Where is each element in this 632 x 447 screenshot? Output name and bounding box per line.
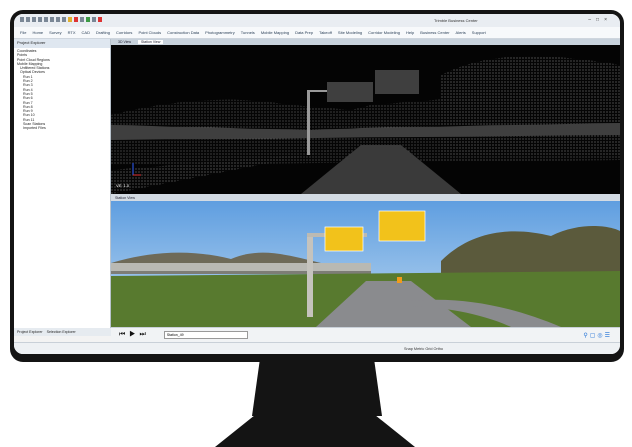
ribbon-tab[interactable]: Alerts bbox=[456, 30, 466, 35]
ribbon-tab[interactable]: Tunnels bbox=[241, 30, 255, 35]
snap-icon[interactable] bbox=[68, 17, 72, 22]
player-controls[interactable]: ⏮▶⏭ bbox=[119, 331, 150, 339]
view-icon[interactable] bbox=[92, 17, 96, 22]
ribbon-tab[interactable]: CAD bbox=[82, 30, 90, 35]
view-tab[interactable]: Station View bbox=[137, 40, 164, 44]
monitor-stand-neck bbox=[252, 360, 382, 416]
status-text: Snap Metric Grid Ortho bbox=[404, 347, 444, 351]
panel-tab[interactable]: Selection Explorer bbox=[47, 330, 76, 334]
status-bar: Snap Metric Grid Ortho bbox=[14, 342, 620, 354]
ribbon-tab[interactable]: Point Clouds bbox=[138, 30, 161, 35]
ribbon-tab[interactable]: Data Prep bbox=[295, 30, 313, 35]
photo-station-view[interactable] bbox=[111, 201, 620, 334]
tree-item[interactable]: Imported Files bbox=[17, 126, 107, 130]
save-icon[interactable] bbox=[32, 17, 36, 22]
photo-view-title: Station View bbox=[111, 194, 620, 201]
station-select[interactable]: Station_49 bbox=[163, 331, 248, 339]
ribbon-tab[interactable]: Home bbox=[32, 30, 43, 35]
quick-access-toolbar bbox=[20, 17, 102, 22]
ribbon-tab[interactable]: RTX bbox=[68, 30, 76, 35]
view-tab[interactable]: 3D View bbox=[115, 40, 134, 44]
point-cloud-scene: VE: 1.0 bbox=[111, 56, 620, 194]
ribbon-tab[interactable]: Mobile Mapping bbox=[261, 30, 289, 35]
filter-icon[interactable] bbox=[86, 17, 90, 22]
title-bar: Trimble Business Center –□× bbox=[14, 14, 620, 27]
ribbon-tab[interactable]: Corridors bbox=[116, 30, 132, 35]
view-tools-icons[interactable]: ⚲▢◎☰ bbox=[583, 332, 612, 339]
window-title: Trimble Business Center bbox=[434, 18, 478, 23]
stop-icon[interactable] bbox=[98, 17, 102, 22]
layer-icon[interactable] bbox=[80, 17, 84, 22]
monitor-bezel: Trimble Business Center –□× File Home Surv… bbox=[10, 10, 624, 362]
select-icon[interactable] bbox=[62, 17, 66, 22]
photo-player-bar: ⏮▶⏭ Station_49 ⚲▢◎☰ bbox=[111, 327, 620, 342]
ve-label: VE: 1.0 bbox=[116, 183, 130, 188]
print-icon[interactable] bbox=[50, 17, 54, 22]
panel-title: Project Explorer bbox=[14, 39, 110, 48]
ribbon-tab[interactable]: Construction Data bbox=[167, 30, 199, 35]
photo-view-title-text: Station View bbox=[115, 195, 135, 200]
ribbon-tab[interactable]: File bbox=[20, 30, 26, 35]
panel-bottom-tabs: Project Explorer Selection Explorer bbox=[14, 328, 113, 336]
monitor-stand-base bbox=[215, 415, 415, 447]
project-explorer-panel: Project Explorer Coordinates Points Point … bbox=[14, 39, 113, 336]
ribbon-tab[interactable]: Site Modeling bbox=[338, 30, 362, 35]
ribbon-tab[interactable]: Drafting bbox=[96, 30, 110, 35]
screen: Trimble Business Center –□× File Home Surv… bbox=[14, 14, 620, 354]
photo-scene bbox=[111, 201, 620, 327]
ribbon-tab[interactable]: Survey bbox=[49, 30, 61, 35]
ribbon-tabs: File Home Survey RTX CAD Drafting Corridors Poi… bbox=[14, 27, 620, 39]
ribbon-tab[interactable]: Takeoff bbox=[319, 30, 332, 35]
project-tree: Coordinates Points Point Cloud Regions Mobi… bbox=[14, 48, 110, 132]
ribbon-tab[interactable]: Help bbox=[406, 30, 414, 35]
panel-tab[interactable]: Project Explorer bbox=[17, 330, 43, 334]
undo-icon[interactable] bbox=[38, 17, 42, 22]
open-icon[interactable] bbox=[26, 17, 30, 22]
measure-icon[interactable] bbox=[56, 17, 60, 22]
ribbon-tab[interactable]: Support bbox=[472, 30, 486, 35]
window-buttons[interactable]: –□× bbox=[588, 17, 612, 23]
ribbon-tab[interactable]: Corridor Modeling bbox=[368, 30, 400, 35]
point-cloud-view[interactable]: VE: 1.0 bbox=[111, 45, 620, 194]
app-icon bbox=[20, 17, 24, 22]
record-icon[interactable] bbox=[74, 17, 78, 22]
redo-icon[interactable] bbox=[44, 17, 48, 22]
ribbon-tab[interactable]: Photogrammetry bbox=[205, 30, 235, 35]
ribbon-tab[interactable]: Business Center bbox=[420, 30, 449, 35]
